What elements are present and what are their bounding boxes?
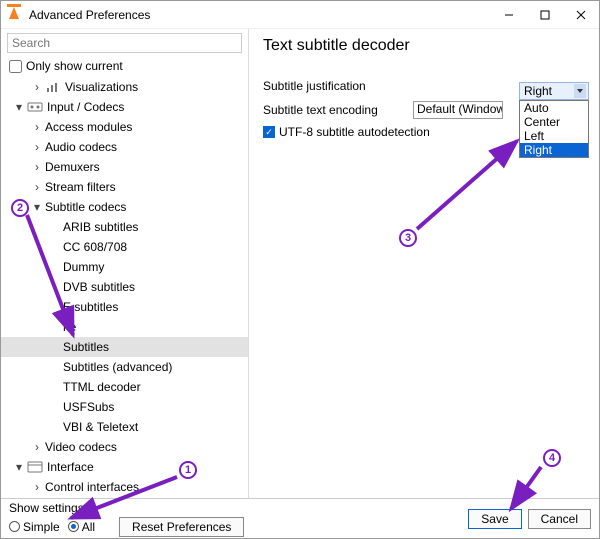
chevron-right-icon[interactable]: ›	[31, 140, 43, 154]
tree-item[interactable]: ▾Subtitle codecs	[1, 197, 248, 217]
tree-item-label: Control interfaces	[45, 480, 139, 494]
tree-item[interactable]: Dummy	[1, 257, 248, 277]
maximize-button[interactable]	[527, 1, 563, 29]
tree-item[interactable]: ▾ Input / Codecs	[1, 97, 248, 117]
tree-item-label: E subtitles	[63, 300, 118, 314]
cancel-button[interactable]: Cancel	[528, 509, 591, 529]
only-show-current-checkbox[interactable]: Only show current	[1, 57, 248, 75]
window-title: Advanced Preferences	[29, 8, 491, 22]
chevron-right-icon[interactable]: ›	[31, 120, 43, 134]
subtitle-justification-select[interactable]: Right	[519, 82, 589, 100]
tree-item[interactable]: ›Access modules	[1, 117, 248, 137]
radio-all-label: All	[82, 520, 95, 534]
tree-item[interactable]: E subtitles	[1, 297, 248, 317]
justification-dropdown[interactable]: AutoCenterLeftRight	[519, 100, 589, 158]
tree-item-label: DVB subtitles	[63, 280, 135, 294]
tree-item[interactable]: ›Stream filters	[1, 177, 248, 197]
preferences-tree[interactable]: ›Visualizations▾Input / Codecs›Access mo…	[1, 75, 248, 498]
show-settings-label: Show settings	[9, 501, 468, 515]
tree-item[interactable]: Subtitles (advanced)	[1, 357, 248, 377]
utf8-autodetect-label: UTF-8 subtitle autodetection	[279, 125, 430, 139]
justification-option[interactable]: Left	[520, 129, 588, 143]
tree-item-label: Stream filters	[45, 180, 116, 194]
chevron-right-icon[interactable]: ›	[31, 80, 43, 94]
tree-item[interactable]: Subtitles	[1, 337, 248, 357]
io-icon	[27, 101, 43, 113]
chevron-right-icon[interactable]: ›	[31, 440, 43, 454]
tree-item-label: TTML decoder	[63, 380, 141, 394]
tree-item-label: Input / Codecs	[47, 100, 124, 114]
tree-item[interactable]: › Visualizations	[1, 77, 248, 97]
justification-selected: Right	[524, 84, 552, 98]
tree-item-label: Subtitle codecs	[45, 200, 126, 214]
subtitle-encoding-value[interactable]: Default (Windows-1252	[413, 101, 503, 119]
only-show-current-label: Only show current	[26, 59, 123, 73]
tree-item-label: Subtitles	[63, 340, 109, 354]
utf8-autodetect-checkbox[interactable]: ✓	[263, 126, 275, 138]
search-input[interactable]	[7, 33, 242, 53]
viz-icon	[45, 81, 61, 93]
chevron-right-icon[interactable]: ›	[31, 180, 43, 194]
chevron-down-icon[interactable]: ▾	[13, 100, 25, 114]
chevron-down-icon[interactable]: ▾	[31, 200, 43, 214]
titlebar: Advanced Preferences	[1, 1, 599, 29]
section-title: Text subtitle decoder	[263, 37, 585, 55]
chevron-right-icon[interactable]: ›	[31, 480, 43, 494]
tree-item-label: ne	[63, 320, 76, 334]
chevron-down-icon[interactable]: ▾	[13, 460, 25, 474]
tree-item-label: CC 608/708	[63, 240, 127, 254]
close-button[interactable]	[563, 1, 599, 29]
tree-item[interactable]: ▾ Interface	[1, 457, 248, 477]
tree-item[interactable]: DVB subtitles	[1, 277, 248, 297]
tree-item[interactable]: ›Audio codecs	[1, 137, 248, 157]
subtitle-justification-label: Subtitle justification	[263, 79, 413, 93]
tree-item-label: Video codecs	[45, 440, 117, 454]
justification-option[interactable]: Right	[520, 143, 588, 157]
tree-item-label: ARIB subtitles	[63, 220, 138, 234]
tree-item[interactable]: ›Control interfaces	[1, 477, 248, 497]
tree-item-label: Interface	[47, 460, 94, 474]
reset-preferences-button[interactable]: Reset Preferences	[119, 517, 244, 537]
tree-item[interactable]: TTML decoder	[1, 377, 248, 397]
chevron-right-icon[interactable]: ›	[31, 160, 43, 174]
vlc-icon	[7, 7, 23, 23]
radio-simple-label: Simple	[23, 520, 60, 534]
show-all-radio[interactable]: All	[68, 520, 95, 534]
tree-item[interactable]: CC 608/708	[1, 237, 248, 257]
justification-option[interactable]: Auto	[520, 101, 588, 115]
tree-item-label: Dummy	[63, 260, 104, 274]
save-button[interactable]: Save	[468, 509, 521, 529]
subtitle-encoding-label: Subtitle text encoding	[263, 103, 413, 117]
tree-item-label: Subtitles (advanced)	[63, 360, 172, 374]
tree-item-label: Demuxers	[45, 160, 100, 174]
tree-item-label: Access modules	[45, 120, 132, 134]
tree-item-label: VBI & Teletext	[63, 420, 138, 434]
only-show-current-input[interactable]	[9, 60, 22, 73]
show-simple-radio[interactable]: Simple	[9, 520, 60, 534]
tree-item[interactable]: ARIB subtitles	[1, 217, 248, 237]
tree-item-label: Audio codecs	[45, 140, 117, 154]
tree-item[interactable]: ›Demuxers	[1, 157, 248, 177]
minimize-button[interactable]	[491, 1, 527, 29]
tree-item-label: USFSubs	[63, 400, 114, 414]
justification-option[interactable]: Center	[520, 115, 588, 129]
tree-item-label: Visualizations	[65, 80, 138, 94]
search-field[interactable]	[7, 33, 242, 53]
dropdown-arrow-icon	[574, 84, 586, 98]
tree-item[interactable]: USFSubs	[1, 397, 248, 417]
tree-item[interactable]: ne	[1, 317, 248, 337]
tree-item[interactable]: ›Video codecs	[1, 437, 248, 457]
tree-item[interactable]: VBI & Teletext	[1, 417, 248, 437]
if-icon	[27, 461, 43, 473]
